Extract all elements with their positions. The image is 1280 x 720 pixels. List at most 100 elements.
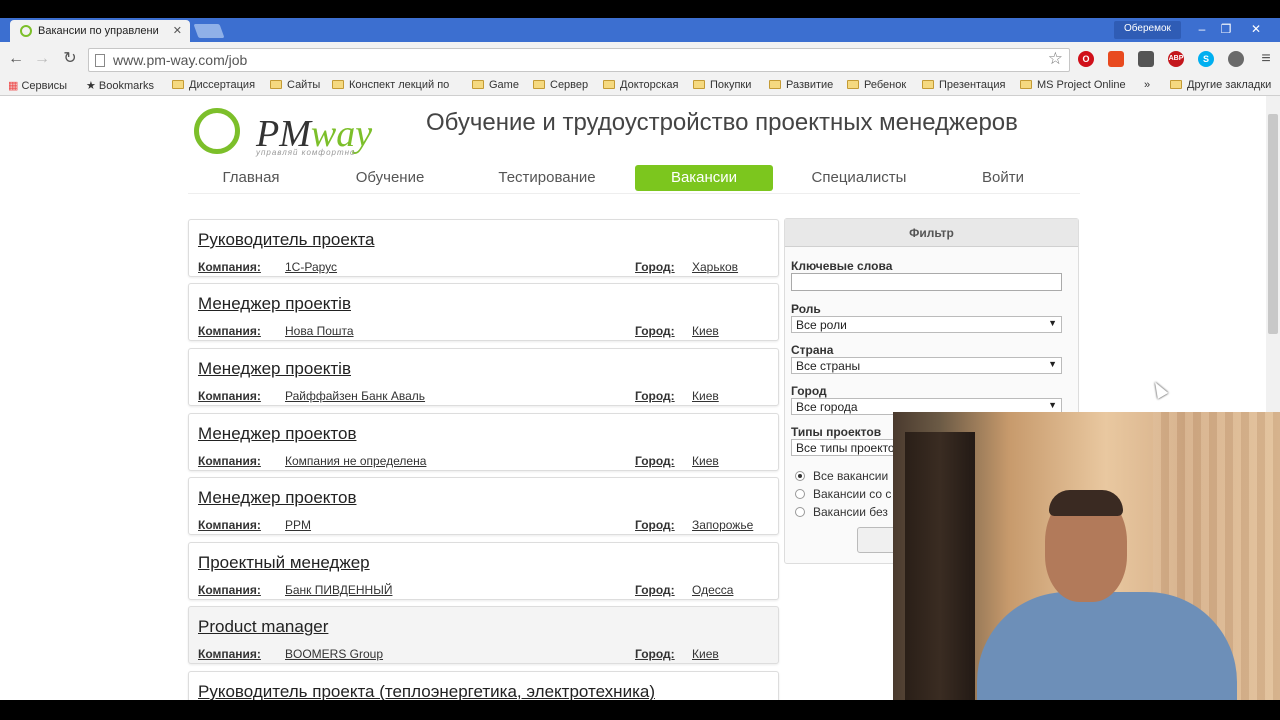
menu-vacancies[interactable]: Вакансии	[635, 165, 773, 191]
country-select[interactable]: Все страны ▼	[791, 357, 1062, 374]
cast-extension-icon[interactable]	[1138, 51, 1154, 67]
profile-button[interactable]: Оберемок	[1114, 21, 1181, 39]
restore-icon[interactable]: ❐	[1216, 20, 1236, 38]
keywords-input[interactable]	[791, 273, 1062, 291]
city-link[interactable]: Харьков	[692, 260, 738, 274]
menu-login[interactable]: Войти	[948, 165, 1058, 191]
radio-vacancies-without[interactable]: Вакансии без	[795, 505, 888, 519]
job-card: Руководитель проекта (теплоэнергетика, э…	[188, 671, 779, 700]
project-types-label: Типы проектов	[791, 425, 882, 439]
city-link[interactable]: Киев	[692, 324, 719, 338]
bookmark-item[interactable]: Ребенок	[847, 79, 906, 91]
job-title[interactable]: Проектный менеджер	[198, 553, 370, 573]
city-filter-label: Город	[791, 384, 827, 398]
screen: Вакансии по управлени ✕ Оберемок – ❐ ✕ ←…	[0, 0, 1280, 720]
flag-extension-icon[interactable]	[1108, 51, 1124, 67]
address-bar[interactable]: www.pm-way.com/job ☆	[88, 48, 1070, 72]
company-link[interactable]: Райффайзен Банк Аваль	[285, 389, 425, 403]
pmway-favicon-icon	[20, 25, 32, 37]
skype-icon[interactable]: S	[1198, 51, 1214, 67]
job-card: Менеджер проектов Компания: PPM Город: З…	[188, 477, 779, 535]
job-title[interactable]: Руководитель проекта (теплоэнергетика, э…	[198, 682, 655, 700]
cloud-extension-icon[interactable]	[1228, 51, 1244, 67]
city-link[interactable]: Киев	[692, 647, 719, 661]
menu-specialists[interactable]: Специалисты	[790, 165, 928, 191]
menu-training[interactable]: Обучение	[328, 165, 452, 191]
bookmark-item[interactable]: Покупки	[693, 79, 751, 91]
site-title: Обучение и трудоустройство проектных мен…	[426, 109, 1018, 136]
bookmark-item[interactable]: ★ Bookmarks	[86, 79, 154, 92]
bookmarks-bar: ▦ Сервисы ★ Bookmarks Диссертация Сайты …	[0, 76, 1280, 96]
city-link[interactable]: Запорожье	[692, 518, 753, 532]
scrollbar-thumb[interactable]	[1268, 114, 1278, 334]
job-card: Менеджер проектів Компания: Нова Пошта Г…	[188, 283, 779, 341]
company-link[interactable]: Компания не определена	[285, 454, 426, 468]
job-title[interactable]: Руководитель проекта	[198, 230, 375, 250]
bookmark-item[interactable]: Диссертация	[172, 79, 255, 91]
back-icon[interactable]: ←	[6, 49, 26, 69]
radio-icon	[795, 507, 805, 517]
close-window-icon[interactable]: ✕	[1246, 20, 1266, 38]
bookmark-item[interactable]: Докторская	[603, 79, 678, 91]
keywords-label: Ключевые слова	[791, 259, 893, 273]
close-tab-icon[interactable]: ✕	[173, 24, 182, 37]
pmway-logo[interactable]: PMway управляй комфортно	[192, 106, 402, 158]
role-label: Роль	[791, 302, 821, 316]
adblock-icon[interactable]: ABP	[1168, 51, 1184, 67]
webcam-overlay	[893, 412, 1280, 700]
role-select-value: Все роли	[796, 318, 847, 332]
bookmark-item[interactable]: MS Project Online	[1020, 79, 1126, 91]
city-label: Город:	[635, 518, 675, 532]
radio-vacancies-with[interactable]: Вакансии со с	[795, 487, 891, 501]
job-title[interactable]: Product manager	[198, 617, 328, 637]
bookmark-item[interactable]: Развитие	[769, 79, 833, 91]
bookmarks-overflow[interactable]: »	[1144, 79, 1150, 91]
opera-icon[interactable]: O	[1078, 51, 1094, 67]
city-select-value: Все города	[796, 400, 858, 414]
company-link[interactable]: 1С-Рарус	[285, 260, 337, 274]
company-label: Компания:	[198, 647, 261, 661]
city-label: Город:	[635, 324, 675, 338]
forward-icon[interactable]: →	[32, 49, 52, 69]
webcam-curtain	[905, 432, 975, 700]
bookmark-item[interactable]: Конспект лекций по	[332, 79, 449, 91]
bookmark-item[interactable]: Презентация	[922, 79, 1005, 91]
company-label: Компания:	[198, 389, 261, 403]
role-select[interactable]: Все роли ▼	[791, 316, 1062, 333]
company-link[interactable]: Нова Пошта	[285, 324, 354, 338]
minimize-icon[interactable]: –	[1192, 20, 1212, 38]
url-text: www.pm-way.com/job	[113, 52, 248, 68]
dropdown-arrow-icon: ▼	[1048, 359, 1057, 369]
browser-tab[interactable]: Вакансии по управлени ✕	[10, 20, 190, 42]
country-label: Страна	[791, 343, 834, 357]
radio-label: Вакансии без	[813, 505, 888, 519]
bookmark-item[interactable]: Game	[472, 79, 519, 91]
job-title[interactable]: Менеджер проектов	[198, 488, 356, 508]
radio-all-vacancies[interactable]: Все вакансии	[795, 469, 888, 483]
city-link[interactable]: Киев	[692, 389, 719, 403]
job-title[interactable]: Менеджер проектов	[198, 424, 356, 444]
bookmark-star-icon[interactable]: ☆	[1048, 49, 1063, 69]
bookmark-item[interactable]: Сайты	[270, 79, 320, 91]
reload-icon[interactable]: ↻	[60, 49, 80, 69]
city-link[interactable]: Одесса	[692, 583, 733, 597]
menu-home[interactable]: Главная	[188, 165, 314, 191]
company-link[interactable]: Банк ПИВДЕННЫЙ	[285, 583, 392, 597]
job-card: Менеджер проектів Компания: Райффайзен Б…	[188, 348, 779, 406]
page-icon	[95, 54, 105, 67]
company-link[interactable]: PPM	[285, 518, 311, 532]
bookmark-item[interactable]: Сервер	[533, 79, 588, 91]
radio-label: Все вакансии	[813, 469, 889, 483]
menu-icon[interactable]: ≡	[1256, 49, 1276, 69]
menu-testing[interactable]: Тестирование	[478, 165, 616, 191]
job-card: Product manager Компания: BOOMERS Group …	[188, 606, 779, 664]
new-tab-button[interactable]	[193, 24, 225, 38]
bookmark-item[interactable]: ▦ Сервисы	[8, 79, 67, 92]
job-title[interactable]: Менеджер проектів	[198, 294, 351, 314]
company-link[interactable]: BOOMERS Group	[285, 647, 383, 661]
tab-title: Вакансии по управлени	[38, 25, 159, 37]
video-letterbox	[0, 700, 1280, 720]
city-link[interactable]: Киев	[692, 454, 719, 468]
job-title[interactable]: Менеджер проектів	[198, 359, 351, 379]
other-bookmarks[interactable]: Другие закладки	[1170, 79, 1271, 91]
